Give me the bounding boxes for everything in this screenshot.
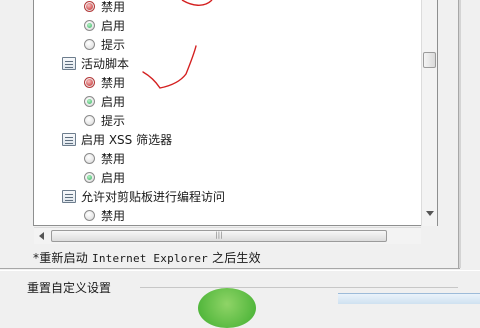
option-label: 禁用	[101, 75, 126, 90]
radio-button[interactable]	[84, 114, 95, 126]
reset-custom-settings-label: 重置自定义设置	[27, 281, 112, 295]
setting-label: 活动脚本	[81, 56, 130, 71]
option-prompt[interactable]: 提示	[84, 35, 125, 53]
setting-label: 允许对剪贴板进行编程访问	[81, 189, 226, 204]
option-label: 启用	[101, 94, 126, 109]
radio-button-selected[interactable]	[84, 76, 95, 88]
option-label: 启用	[101, 224, 125, 226]
group-border	[458, 0, 461, 268]
setting-xss-filter: 启用 XSS 筛选器	[62, 130, 172, 148]
setting-icon	[62, 132, 76, 146]
green-logo-icon	[198, 288, 256, 328]
radio-button[interactable]	[84, 38, 95, 50]
option-label: 提示	[101, 37, 126, 52]
scrollbar-thumb[interactable]: |||	[51, 230, 387, 242]
scroll-left-arrow-icon[interactable]	[39, 232, 44, 240]
setting-icon	[62, 56, 76, 70]
scroll-down-arrow-icon[interactable]	[426, 211, 434, 216]
option-disable[interactable]: 禁用	[84, 206, 125, 224]
option-label: 禁用	[101, 151, 126, 166]
select-box[interactable]	[338, 293, 480, 304]
horizontal-scrollbar[interactable]: |||	[34, 227, 422, 244]
option-label: 提示	[101, 113, 126, 128]
option-enable[interactable]: 启用	[84, 168, 125, 186]
note-product: Internet Explorer	[92, 252, 208, 265]
option-label: 启用	[101, 18, 126, 33]
option-enable[interactable]: 启用	[84, 16, 125, 34]
setting-clipboard-access: 允许对剪贴板进行编程访问	[62, 187, 225, 205]
group-border	[0, 270, 480, 271]
section-divider	[140, 287, 458, 288]
radio-button-selected[interactable]	[84, 0, 95, 12]
security-settings-list[interactable]: 禁用 启用 提示 活动脚本 禁用 启用 提示 启用 XSS 筛选器 禁用 启用 …	[33, 0, 438, 226]
setting-label: 启用 XSS 筛选器	[81, 132, 173, 147]
setting-icon	[62, 189, 76, 203]
scrollbar-thumb[interactable]	[423, 52, 436, 68]
setting-active-scripting: 活动脚本	[62, 54, 129, 72]
option-disable[interactable]: 禁用	[84, 0, 125, 15]
grip-icon: |||	[215, 231, 223, 239]
note-prefix: *重新启动	[33, 251, 93, 265]
option-disable[interactable]: 禁用	[84, 149, 125, 167]
option-label: 禁用	[101, 0, 126, 14]
radio-button-checked[interactable]	[84, 95, 95, 107]
radio-button-checked[interactable]	[84, 19, 95, 31]
option-disable[interactable]: 禁用	[84, 73, 125, 91]
note-suffix: 之后生效	[208, 251, 261, 265]
option-enable[interactable]: 启用	[84, 92, 125, 110]
radio-button[interactable]	[84, 209, 95, 221]
vertical-scrollbar[interactable]	[421, 0, 437, 226]
option-label: 禁用	[101, 208, 126, 223]
group-border	[0, 268, 460, 269]
restart-note: *重新启动 Internet Explorer 之后生效	[33, 249, 261, 266]
option-enable[interactable]: 启用	[84, 223, 125, 226]
option-label: 启用	[101, 170, 126, 185]
scrollbar-corner	[421, 227, 438, 244]
option-prompt[interactable]: 提示	[84, 111, 125, 129]
radio-button-checked[interactable]	[84, 171, 95, 183]
radio-button[interactable]	[84, 152, 95, 164]
